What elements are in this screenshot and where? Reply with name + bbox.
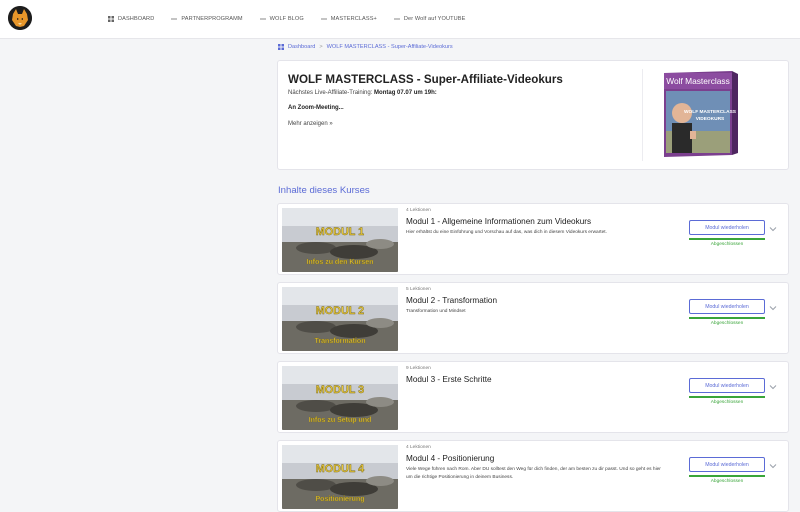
- nav-label: PARTNERPROGRAMM: [181, 16, 243, 22]
- nav-label: Der Wolf auf YOUTUBE: [403, 16, 466, 22]
- cover-title: Wolf Masterclass: [666, 76, 730, 86]
- module-card[interactable]: MODUL 1 Infos zu den Kursen 4 Lektionen …: [277, 203, 789, 275]
- module-status: Abgeschlossen: [710, 400, 744, 405]
- thumb-title: MODUL 4: [316, 463, 364, 475]
- wolf-logo[interactable]: [8, 6, 32, 30]
- course-header-card: WOLF MASTERCLASS - Super-Affiliate-Video…: [277, 60, 789, 170]
- module-progress-bar: [689, 396, 765, 398]
- repeat-module-button[interactable]: Modul wiederholen: [689, 220, 765, 235]
- breadcrumb-home[interactable]: Dashboard: [288, 44, 315, 50]
- thumb-subtitle: Infos zu den Kursen: [307, 259, 374, 266]
- thumb-subtitle: Transformation: [315, 338, 366, 345]
- nav-masterclass-plus[interactable]: MASTERCLASS+: [320, 16, 377, 22]
- module-card[interactable]: MODUL 2 Transformation 5 Lektionen Modul…: [277, 282, 789, 354]
- nav-dashboard[interactable]: DASHBOARD: [108, 16, 154, 22]
- next-training: Nächstes Live-Affiliate-Training: Montag…: [288, 90, 437, 96]
- course-contents-heading: Inhalte dieses Kurses: [278, 185, 370, 196]
- progress-fill: [689, 475, 765, 477]
- next-training-date: Montag 07.07 um 19h:: [374, 90, 437, 96]
- nav-partnerprogramm[interactable]: PARTNERPROGRAMM: [171, 16, 243, 22]
- thumb-subtitle: Infos zu Setup und: [309, 417, 372, 424]
- progress-fill: [689, 317, 765, 319]
- thumb-subtitle: Positionierung: [316, 496, 365, 503]
- module-description: Hier erhältst du eine Einführung und Vor…: [406, 230, 607, 235]
- progress-fill: [689, 396, 765, 398]
- nav-wolf-blog[interactable]: WOLF BLOG: [259, 16, 304, 22]
- nav-label: WOLF BLOG: [269, 16, 304, 22]
- dash-icon: [320, 18, 327, 20]
- module-thumbnail[interactable]: MODUL 3 Infos zu Setup und: [282, 366, 398, 430]
- module-description: Viele Wege führen nach Rom. Aber DU soll…: [406, 467, 661, 480]
- show-more-link[interactable]: Mehr anzeigen »: [288, 121, 333, 127]
- module-thumbnail[interactable]: MODUL 1 Infos zu den Kursen: [282, 208, 398, 272]
- module-status: Abgeschlossen: [710, 479, 744, 484]
- divider: [642, 69, 643, 161]
- cover-line1: WOLF MASTERCLASS: [684, 109, 737, 115]
- repeat-module-button[interactable]: Modul wiederholen: [689, 378, 765, 393]
- progress-fill: [689, 238, 765, 240]
- module-status: Abgeschlossen: [710, 321, 744, 326]
- module-card[interactable]: MODUL 4 Positionierung 4 Lektionen Modul…: [277, 440, 789, 512]
- course-cover-image: Wolf Masterclass WOLF MASTERCLASS VIDEOK…: [660, 69, 740, 157]
- module-thumbnail[interactable]: MODUL 4 Positionierung: [282, 445, 398, 509]
- chevron-down-icon[interactable]: [768, 303, 778, 313]
- module-status: Abgeschlossen: [710, 242, 744, 247]
- module-progress-bar: [689, 475, 765, 477]
- cover-line2: VIDEOKURS: [696, 116, 725, 122]
- chevron-down-icon[interactable]: [768, 461, 778, 471]
- lesson-count: 9 Lektionen: [406, 366, 431, 371]
- thumb-title: MODUL 3: [316, 384, 364, 396]
- chevron-down-icon[interactable]: [768, 382, 778, 392]
- grid-icon: [108, 16, 114, 22]
- module-title[interactable]: Modul 2 - Transformation: [406, 296, 497, 305]
- module-title[interactable]: Modul 3 - Erste Schritte: [406, 375, 492, 384]
- repeat-module-button[interactable]: Modul wiederholen: [689, 299, 765, 314]
- thumb-title: MODUL 1: [316, 226, 364, 238]
- thumb-title: MODUL 2: [316, 305, 364, 317]
- lesson-count: 4 Lektionen: [406, 445, 431, 450]
- nav-label: DASHBOARD: [118, 16, 155, 22]
- nav-label: MASTERCLASS+: [330, 16, 377, 22]
- dash-icon: [393, 18, 400, 20]
- dash-icon: [171, 18, 178, 20]
- lesson-count: 5 Lektionen: [406, 287, 431, 292]
- module-progress-bar: [689, 238, 765, 240]
- chevron-down-icon[interactable]: [768, 224, 778, 234]
- breadcrumb-separator: >: [319, 44, 323, 50]
- module-description: Transformation und Mindset: [406, 309, 466, 314]
- repeat-module-button[interactable]: Modul wiederholen: [689, 457, 765, 472]
- dash-icon: [259, 18, 266, 20]
- top-navigation-bar: DASHBOARD PARTNERPROGRAMM WOLF BLOG MAST…: [0, 0, 800, 39]
- lesson-count: 4 Lektionen: [406, 208, 431, 213]
- zoom-meeting-text: An Zoom-Meeting...: [288, 105, 344, 111]
- breadcrumb: Dashboard > WOLF MASTERCLASS - Super-Aff…: [278, 44, 453, 50]
- breadcrumb-current[interactable]: WOLF MASTERCLASS - Super-Affiliate-Video…: [327, 44, 453, 50]
- module-title[interactable]: Modul 4 - Positionierung: [406, 454, 494, 463]
- module-title[interactable]: Modul 1 - Allgemeine Informationen zum V…: [406, 217, 591, 226]
- main-nav: DASHBOARD PARTNERPROGRAMM WOLF BLOG MAST…: [108, 0, 465, 38]
- next-training-label: Nächstes Live-Affiliate-Training:: [288, 90, 373, 96]
- module-thumbnail[interactable]: MODUL 2 Transformation: [282, 287, 398, 351]
- module-card[interactable]: MODUL 3 Infos zu Setup und 9 Lektionen M…: [277, 361, 789, 433]
- course-title: WOLF MASTERCLASS - Super-Affiliate-Video…: [288, 73, 563, 86]
- nav-youtube[interactable]: Der Wolf auf YOUTUBE: [393, 16, 466, 22]
- grid-icon: [278, 44, 284, 50]
- module-progress-bar: [689, 317, 765, 319]
